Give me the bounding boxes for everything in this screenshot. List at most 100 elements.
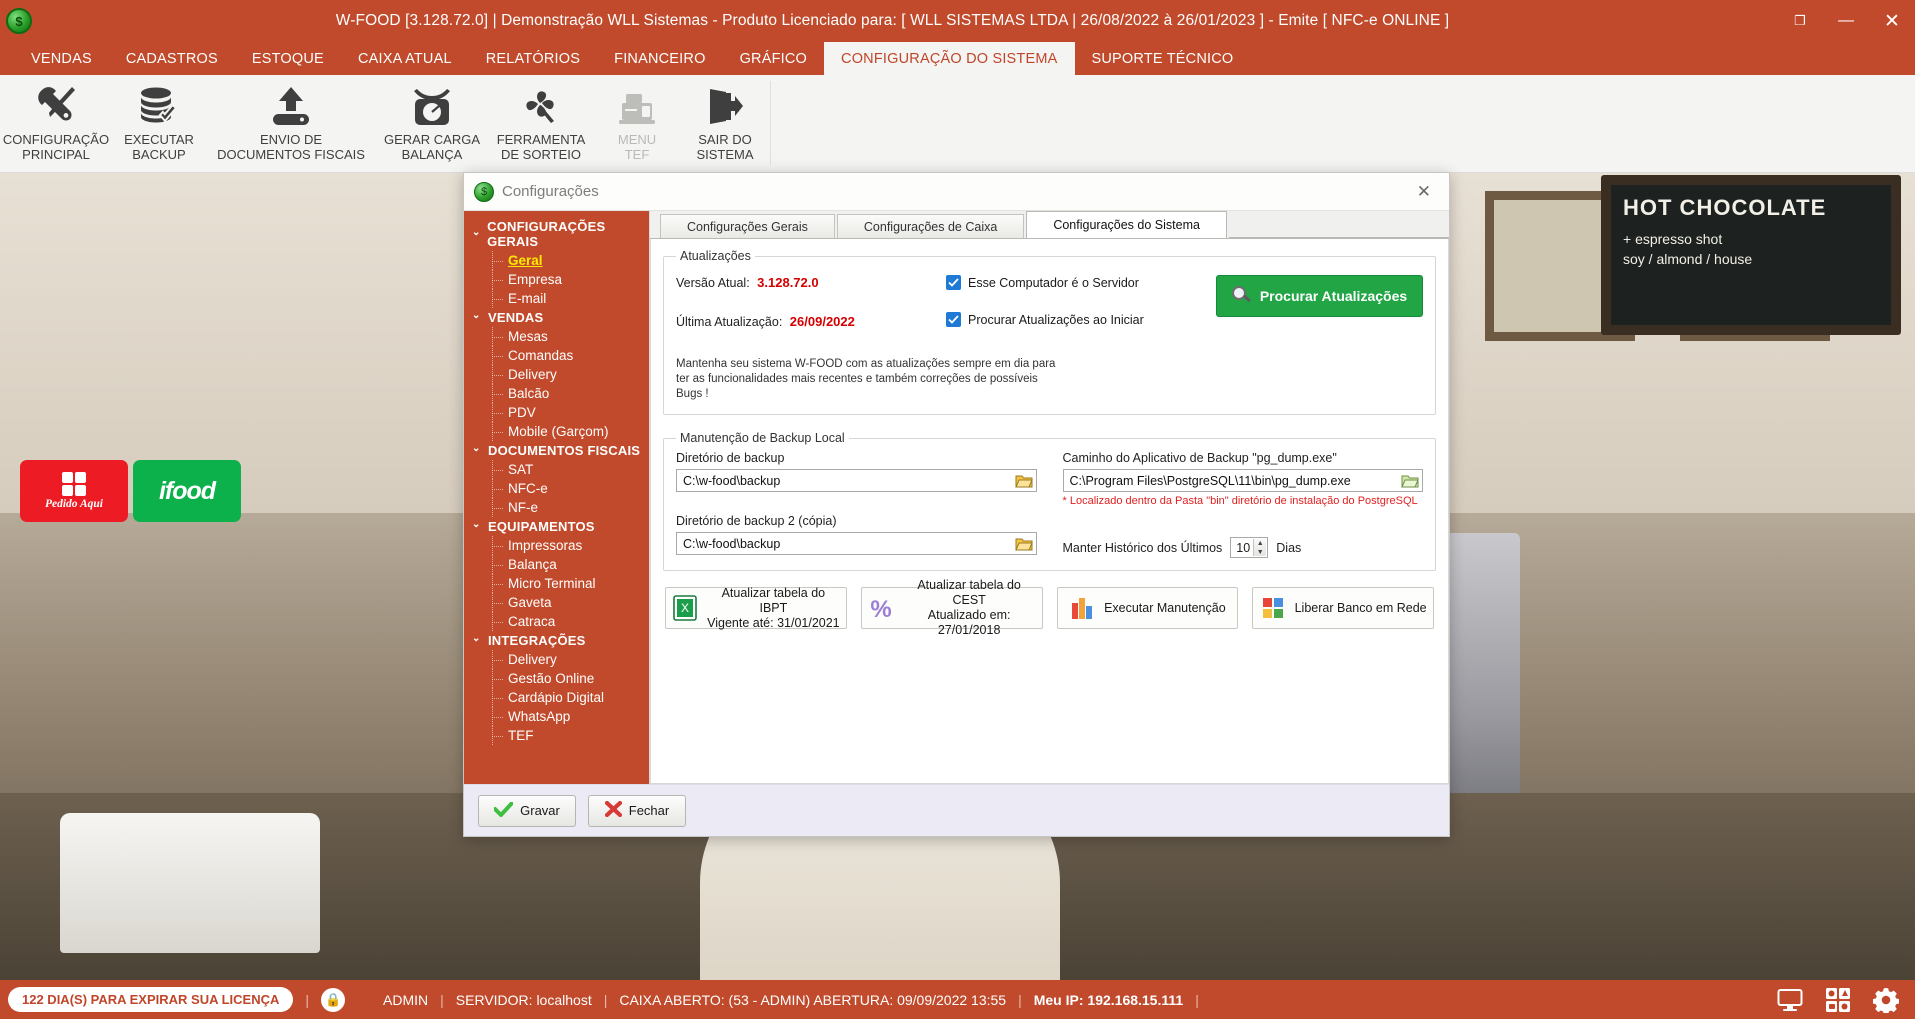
checkbox-esse-computador-servidor[interactable]: Esse Computador é o Servidor [946, 275, 1216, 290]
menu-estoque[interactable]: ESTOQUE [235, 42, 341, 75]
minimize-button[interactable]: — [1823, 0, 1869, 42]
dialog-titlebar: $ Configurações ✕ [464, 173, 1449, 211]
atualizar-tabela-ibpt-button[interactable]: X Atualizar tabela do IBPT Vigente até: … [665, 586, 847, 631]
menu-financeiro[interactable]: FINANCEIRO [597, 42, 722, 75]
ribbon-configuracao-principal[interactable]: CONFIGURAÇÃO PRINCIPAL [0, 75, 112, 171]
gear-icon[interactable] [1873, 987, 1899, 1013]
backup-dir2-input[interactable]: C:\w-food\backup [676, 532, 1037, 555]
tree-item-cardapio-digital[interactable]: Cardápio Digital [464, 688, 649, 707]
menu-configuracao-do-sistema[interactable]: CONFIGURAÇÃO DO SISTEMA [824, 42, 1075, 75]
tree-item-nfe[interactable]: NF-e [464, 498, 649, 517]
menu-caixa-atual[interactable]: CAIXA ATUAL [341, 42, 469, 75]
procurar-atualizacoes-button[interactable]: Procurar Atualizações [1216, 275, 1423, 317]
menu-vendas[interactable]: VENDAS [14, 42, 109, 75]
history-days-value: 10 [1236, 540, 1251, 555]
tree-group-equipamentos[interactable]: ⌄ EQUIPAMENTOS [464, 517, 649, 536]
status-bar: 122 DIA(S) PARA EXPIRAR SUA LICENÇA | 🔒 … [0, 980, 1915, 1019]
ribbon-label: FERRAMENTA DE SORTEIO [496, 132, 586, 162]
ibpt-label: Atualizar tabela do IBPT Vigente até: 31… [707, 586, 840, 631]
tree-item-gaveta[interactable]: Gaveta [464, 593, 649, 612]
tree-item-delivery[interactable]: Delivery [464, 365, 649, 384]
dialog-close-icon[interactable]: ✕ [1409, 182, 1439, 202]
menu-cadastros[interactable]: CADASTROS [109, 42, 235, 75]
atualizar-tabela-cest-button[interactable]: % Atualizar tabela do CEST Atualizado em… [860, 578, 1043, 637]
ribbon-toolbar: CONFIGURAÇÃO PRINCIPAL EXECUTAR BACKUP E… [0, 75, 1915, 173]
cash-register-icon [617, 83, 657, 129]
close-button[interactable]: ✕ [1869, 0, 1915, 42]
stepper-arrows[interactable]: ▲ ▼ [1253, 539, 1267, 556]
folder-open-icon[interactable] [1401, 473, 1419, 490]
ribbon-menu-tef[interactable]: MENU TEF [594, 75, 680, 171]
tree-item-sat[interactable]: SAT [464, 460, 649, 479]
pgdump-label: Caminho do Aplicativo de Backup "pg_dump… [1062, 451, 1337, 465]
tree-item-empresa[interactable]: Empresa [464, 270, 649, 289]
tree-item-mesas[interactable]: Mesas [464, 327, 649, 346]
lock-icon[interactable]: 🔒 [321, 987, 346, 1012]
tree-item-pdv[interactable]: PDV [464, 403, 649, 422]
folder-open-icon[interactable] [1014, 536, 1033, 553]
history-unit: Dias [1276, 540, 1302, 555]
dialog-footer: Gravar Fechar [464, 784, 1449, 836]
status-cashier: CAIXA ABERTO: (53 - ADMIN) ABERTURA: 09/… [619, 991, 1007, 1008]
tree-item-catraca[interactable]: Catraca [464, 612, 649, 631]
tree-item-micro-terminal[interactable]: Micro Terminal [464, 574, 649, 593]
scale-icon [411, 83, 453, 129]
network-db-icon [1260, 595, 1286, 621]
ribbon-envio-documentos-fiscais[interactable]: ENVIO DE DOCUMENTOS FISCAIS [206, 75, 376, 171]
background-cups [60, 813, 320, 953]
monitor-icon[interactable] [1777, 987, 1803, 1013]
backup-group: Manutenção de Backup Local Diretório de … [663, 431, 1436, 571]
tab-configuracoes-gerais[interactable]: Configurações Gerais [660, 214, 835, 238]
tree-item-balcao[interactable]: Balcão [464, 384, 649, 403]
ribbon-ferramenta-de-sorteio[interactable]: FERRAMENTA DE SORTEIO [488, 75, 594, 171]
updates-row: Versão Atual: 3.128.72.0 Última Atualiza… [676, 269, 1423, 353]
tree-item-mobile-garcom[interactable]: Mobile (Garçom) [464, 422, 649, 441]
ribbon-sair-do-sistema[interactable]: SAIR DO SISTEMA [680, 75, 770, 171]
gravar-button[interactable]: Gravar [478, 794, 576, 827]
executar-manutencao-button[interactable]: Executar Manutenção [1056, 587, 1239, 629]
tree-group-label: INTEGRAÇÕES [488, 633, 586, 648]
magnifier-icon [1231, 286, 1252, 306]
pedido-aqui-logo[interactable]: Pedido Aqui [20, 460, 128, 522]
ribbon-label: SAIR DO SISTEMA [696, 132, 754, 162]
pgdump-path-input[interactable]: C:\Program Files\PostgreSQL\11\bin\pg_du… [1062, 469, 1423, 492]
menu-relatorios[interactable]: RELATÓRIOS [469, 42, 597, 75]
menu-grid-icon[interactable] [1825, 987, 1851, 1013]
chalk-line-1: HOT CHOCOLATE [1623, 195, 1827, 220]
ribbon-executar-backup[interactable]: EXECUTAR BACKUP [112, 75, 206, 171]
folder-open-icon[interactable] [1014, 473, 1033, 490]
tree-item-gestao-online[interactable]: Gestão Online [464, 669, 649, 688]
tree-group-vendas[interactable]: ⌄ VENDAS [464, 308, 649, 327]
ifood-logo[interactable]: ifood [133, 460, 241, 522]
checkbox-procurar-atualizacoes-ao-iniciar[interactable]: Procurar Atualizações ao Iniciar [946, 312, 1216, 327]
backup-dir-input[interactable]: C:\w-food\backup [676, 469, 1037, 492]
menu-suporte-tecnico[interactable]: SUPORTE TÉCNICO [1075, 42, 1251, 75]
tab-configuracoes-de-caixa[interactable]: Configurações de Caixa [836, 214, 1025, 238]
ribbon-divider [770, 81, 771, 165]
tree-group-integracoes[interactable]: ⌄ INTEGRAÇÕES [464, 631, 649, 650]
tree-item-whatsapp[interactable]: WhatsApp [464, 707, 649, 726]
fechar-button[interactable]: Fechar [588, 794, 686, 827]
tree-item-impressoras[interactable]: Impressoras [464, 536, 649, 555]
clover-icon [520, 83, 562, 129]
chevron-up-icon: ▲ [1256, 540, 1264, 547]
tree-group-configuracoes-gerais[interactable]: ⌄ CONFIGURAÇÕES GERAIS [464, 217, 649, 251]
tab-configuracoes-do-sistema[interactable]: Configurações do Sistema [1026, 211, 1227, 238]
tree-item-balanca[interactable]: Balança [464, 555, 649, 574]
backup-left-column: Diretório de backup C:\w-food\backup Dir… [676, 451, 1037, 558]
history-days-stepper[interactable]: 10 ▲ ▼ [1230, 537, 1269, 558]
tree-item-email[interactable]: E-mail [464, 289, 649, 308]
liberar-banco-em-rede-button[interactable]: Liberar Banco em Rede [1252, 587, 1434, 629]
ribbon-gerar-carga-balanca[interactable]: GERAR CARGA BALANÇA [376, 75, 488, 171]
chevron-down-icon: ⌄ [472, 226, 481, 238]
main-menubar: VENDAS CADASTROS ESTOQUE CAIXA ATUAL REL… [0, 42, 1915, 75]
tree-item-tef[interactable]: TEF [464, 726, 649, 745]
tree-item-integracao-delivery[interactable]: Delivery [464, 650, 649, 669]
tree-group-documentos-fiscais[interactable]: ⌄ DOCUMENTOS FISCAIS [464, 441, 649, 460]
tree-item-geral[interactable]: Geral [464, 251, 649, 270]
tree-item-comandas[interactable]: Comandas [464, 346, 649, 365]
restore-button[interactable]: ❐ [1777, 0, 1823, 42]
menu-grafico[interactable]: GRÁFICO [723, 42, 824, 75]
last-update-label: Última Atualização: [676, 315, 783, 329]
tree-item-nfce[interactable]: NFC-e [464, 479, 649, 498]
